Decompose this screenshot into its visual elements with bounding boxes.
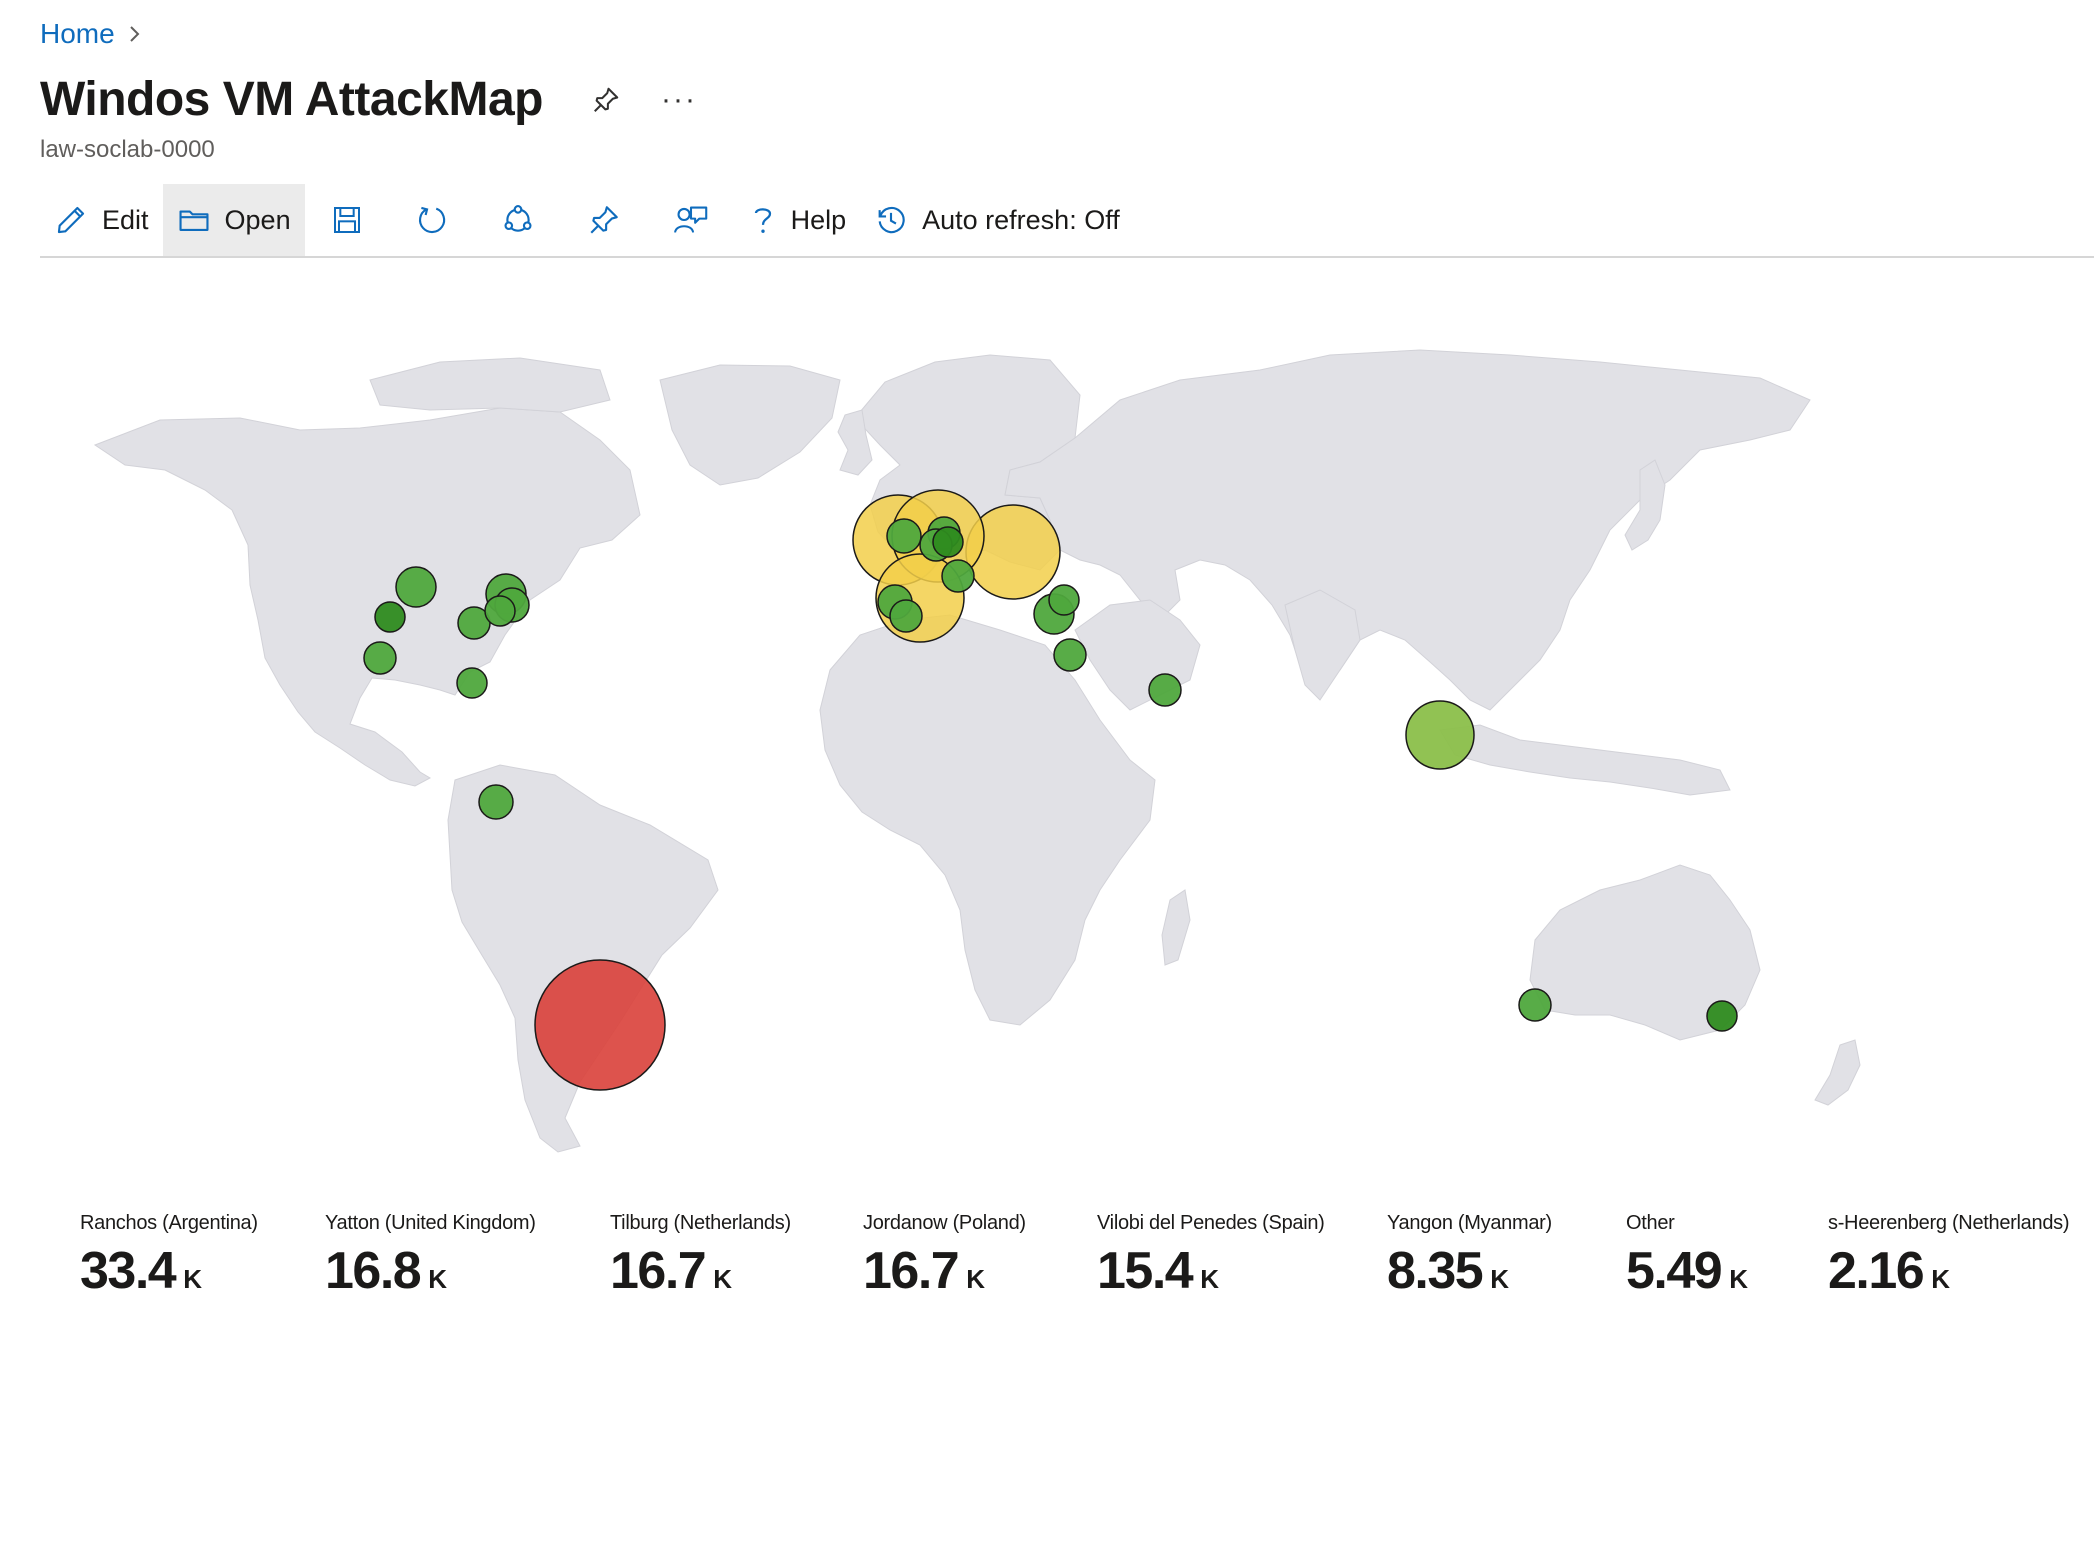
save-icon: [331, 204, 363, 236]
attack-bubble[interactable]: [1706, 1000, 1738, 1032]
south-america-land: [447, 764, 719, 1153]
chevron-right-icon: [127, 24, 143, 44]
feedback-button[interactable]: [647, 184, 735, 256]
stat-label: Tilburg (Netherlands): [610, 1212, 791, 1234]
auto-refresh-label: Auto refresh: Off: [922, 204, 1120, 235]
stat-unit: K: [713, 1264, 732, 1294]
auto-refresh-button[interactable]: Auto refresh: Off: [860, 184, 1134, 256]
share-icon: [501, 203, 535, 237]
stat-label: Ranchos (Argentina): [80, 1212, 258, 1234]
stat-tile[interactable]: Tilburg (Netherlands) 16.7 K: [610, 1212, 791, 1301]
stat-unit: K: [966, 1264, 985, 1294]
indonesia-land: [1439, 724, 1731, 796]
stat-value: 16.7: [863, 1242, 960, 1300]
attack-bubble[interactable]: [1148, 673, 1182, 707]
greenland-land: [659, 364, 841, 486]
edit-button-label: Edit: [102, 204, 149, 235]
attack-bubble[interactable]: [374, 601, 406, 633]
pencil-icon: [54, 203, 88, 237]
help-button-label: Help: [790, 204, 847, 235]
attack-bubble[interactable]: [484, 595, 516, 627]
new-zealand-land: [1814, 1039, 1861, 1106]
stat-unit: K: [428, 1264, 447, 1294]
stat-value: 16.7: [610, 1242, 707, 1300]
share-button[interactable]: [475, 184, 561, 256]
stat-value: 33.4: [80, 1242, 177, 1300]
attack-bubble[interactable]: [456, 667, 488, 699]
attack-bubble[interactable]: [932, 526, 964, 558]
stat-value: 16.8: [325, 1242, 422, 1300]
attack-bubble-yangon-myanmar[interactable]: [1405, 700, 1475, 770]
stat-unit: K: [183, 1264, 202, 1294]
stat-label: Other: [1626, 1212, 1675, 1234]
more-options-icon[interactable]: ···: [661, 84, 697, 115]
edit-button[interactable]: Edit: [40, 184, 163, 256]
stat-tile[interactable]: Vilobi del Penedes (Spain) 15.4 K: [1097, 1212, 1325, 1301]
attack-bubble[interactable]: [889, 599, 923, 633]
save-button[interactable]: [305, 184, 389, 256]
stat-tile[interactable]: Yangon (Myanmar) 8.35 K: [1387, 1212, 1552, 1301]
refresh-icon: [415, 203, 449, 237]
attack-bubble[interactable]: [941, 559, 975, 593]
attack-stats-row: Ranchos (Argentina) 33.4 K Yatton (United…: [0, 1212, 2094, 1332]
page-title: Windos VM AttackMap: [40, 73, 543, 126]
attack-bubble[interactable]: [1048, 584, 1080, 616]
title-row: Windos VM AttackMap ···: [40, 72, 697, 127]
north-america-land: [93, 407, 641, 787]
attack-bubble[interactable]: [478, 784, 514, 820]
attack-bubble[interactable]: [395, 566, 437, 608]
stat-label: Vilobi del Penedes (Spain): [1097, 1212, 1325, 1234]
attack-world-map: [93, 349, 1861, 1153]
pin-dashboard-button[interactable]: [561, 184, 647, 256]
stat-value: 8.35: [1387, 1242, 1484, 1300]
stat-value: 2.16: [1828, 1242, 1925, 1300]
stat-unit: K: [1729, 1264, 1748, 1294]
attack-bubble-ranchos-argentina[interactable]: [534, 959, 666, 1091]
stat-value: 5.49: [1626, 1242, 1723, 1300]
attack-bubble[interactable]: [363, 641, 397, 675]
open-button-label: Open: [224, 204, 291, 235]
stat-value: 15.4: [1097, 1242, 1194, 1300]
breadcrumb: Home: [40, 18, 143, 50]
arctic-islands-land: [369, 357, 611, 413]
attack-bubble[interactable]: [1518, 988, 1552, 1022]
stat-tile[interactable]: Ranchos (Argentina) 33.4 K: [80, 1212, 258, 1301]
stat-label: Yangon (Myanmar): [1387, 1212, 1552, 1234]
pin-icon: [587, 203, 621, 237]
madagascar-land: [1161, 889, 1191, 966]
stat-tile[interactable]: Other 5.49 K: [1626, 1212, 1748, 1301]
folder-icon: [177, 203, 211, 237]
question-icon: [749, 203, 777, 237]
stat-label: Jordanow (Poland): [863, 1212, 1026, 1234]
land-masses: [93, 349, 1861, 1153]
refresh-button[interactable]: [389, 184, 475, 256]
clock-icon: [874, 203, 908, 237]
india-land: [1284, 589, 1361, 701]
breadcrumb-home-link[interactable]: Home: [40, 18, 115, 50]
attack-bubble[interactable]: [1053, 638, 1087, 672]
stat-tile[interactable]: s-Heerenberg (Netherlands) 2.16 K: [1828, 1212, 2070, 1301]
feedback-icon: [673, 203, 709, 237]
pin-icon[interactable]: [591, 85, 621, 115]
stat-unit: K: [1490, 1264, 1509, 1294]
open-button[interactable]: Open: [162, 184, 305, 256]
help-button[interactable]: Help: [735, 184, 861, 256]
page-subtitle: law-soclab-0000: [40, 136, 215, 163]
stat-unit: K: [1200, 1264, 1219, 1294]
command-bar: Edit Open Help Auto refresh: Off: [40, 184, 2094, 258]
attack-bubble[interactable]: [886, 518, 922, 554]
stat-label: s-Heerenberg (Netherlands): [1828, 1212, 2070, 1234]
stat-tile[interactable]: Jordanow (Poland) 16.7 K: [863, 1212, 1026, 1301]
stat-tile[interactable]: Yatton (United Kingdom) 16.8 K: [325, 1212, 536, 1301]
stat-unit: K: [1931, 1264, 1950, 1294]
stat-label: Yatton (United Kingdom): [325, 1212, 536, 1234]
